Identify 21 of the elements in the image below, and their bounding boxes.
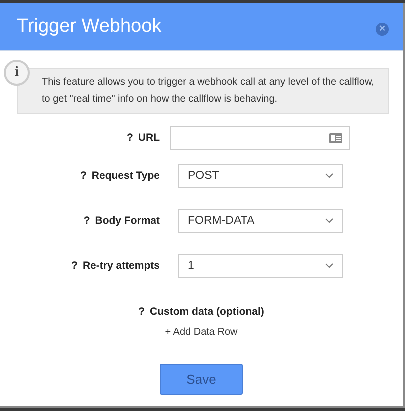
dropdown[interactable]: POST <box>178 164 343 188</box>
add-data-row-link[interactable]: + Add Data Row <box>165 327 238 338</box>
contact-card-icon <box>329 132 343 144</box>
field-label: Re-try attempts <box>82 260 160 272</box>
dropdown[interactable]: FORM-DATA <box>178 209 343 233</box>
chevron-down-icon <box>325 218 334 224</box>
dialog-title: Trigger Webhook <box>17 16 162 38</box>
chevron-down-icon <box>325 263 334 269</box>
help-mark[interactable]: ? <box>126 132 134 144</box>
url-field[interactable] <box>170 126 350 150</box>
help-mark[interactable]: ? <box>72 260 78 272</box>
help-mark[interactable]: ? <box>80 170 87 182</box>
dropdown[interactable]: 1 <box>178 254 343 278</box>
chevron-down-icon <box>325 173 334 179</box>
field-label: URL <box>138 132 160 144</box>
field-label: Custom data (optional) <box>150 306 264 318</box>
field-label: Body Format <box>95 215 160 227</box>
help-mark[interactable]: ? <box>84 215 90 227</box>
help-mark[interactable]: ? <box>138 306 146 318</box>
field-label: Request Type <box>92 170 160 182</box>
info-icon: i <box>4 60 30 86</box>
